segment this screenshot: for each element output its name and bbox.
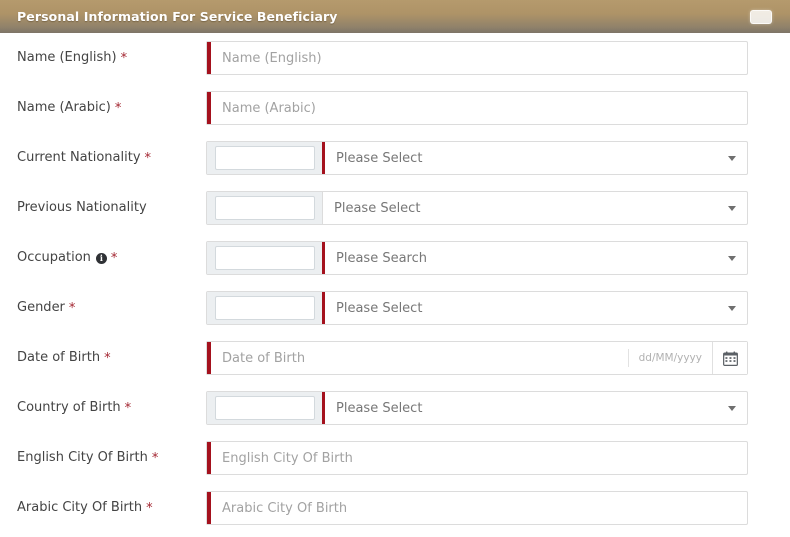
control-current-nationality[interactable]: Please Select [206,141,748,175]
required-asterisk: * [68,301,76,316]
form-body: Name (English)*Name (Arabic)*Current Nat… [0,33,790,533]
required-asterisk: * [120,51,128,66]
occupation-select[interactable]: Please Search [325,242,747,274]
current-nationality-code-input[interactable] [214,146,315,170]
control-date-of-birth[interactable]: dd/MM/yyyy [206,341,748,375]
label-text: Name (English) [17,50,117,65]
required-asterisk: * [146,501,153,516]
name-arabic-input[interactable] [211,92,747,124]
previous-nationality-select-value: Please Select [334,200,421,216]
required-asterisk: * [124,401,132,416]
form-row-gender: Gender * Please Select [0,283,790,333]
label-text: Arabic City Of Birth [17,500,143,515]
occupation-code-wrap [207,242,322,274]
form-row-arabic-city-of-birth: Arabic City Of Birth * [0,483,790,533]
english-city-of-birth-input[interactable] [211,442,747,474]
required-asterisk: * [151,451,159,466]
label-occupation: Occupation i * [17,250,206,266]
control-arabic-city-of-birth[interactable] [206,491,748,525]
form-row-country-of-birth: Country of Birth * Please Select [0,383,790,433]
control-occupation[interactable]: Please Search [206,241,748,275]
label-current-nationality: Current Nationality * [17,150,206,166]
label-name-arabic: Name (Arabic) * [17,100,206,116]
chevron-down-icon[interactable] [728,205,736,211]
name-english-input[interactable] [211,42,747,74]
form-row-previous-nationality: Previous Nationality Please Select [0,183,790,233]
required-asterisk: * [144,151,152,166]
form-row-date-of-birth: Date of Birth* dd/MM/yyyy [0,333,790,383]
form-row-name-arabic: Name (Arabic) * [0,83,790,133]
label-text: Gender [17,300,65,315]
previous-nationality-select[interactable]: Please Select [323,192,747,224]
label-arabic-city-of-birth: Arabic City Of Birth * [17,500,206,516]
minimize-dash-icon[interactable] [750,9,772,24]
gender-code-wrap [207,292,322,324]
label-text: Name (Arabic) [17,100,111,115]
form-row-name-english: Name (English) * [0,33,790,83]
form-row-english-city-of-birth: English City Of Birth * [0,433,790,483]
label-text: Country of Birth [17,400,121,415]
previous-nationality-code-wrap [207,192,322,224]
gender-code-input[interactable] [214,296,315,320]
control-english-city-of-birth[interactable] [206,441,748,475]
country-of-birth-select-value: Please Select [336,400,423,416]
label-date-of-birth: Date of Birth * [17,350,206,366]
label-english-city-of-birth: English City Of Birth * [17,450,206,466]
gender-select[interactable]: Please Select [325,292,747,324]
current-nationality-code-wrap [207,142,322,174]
date-format-hint: dd/MM/yyyy [627,349,712,367]
gender-select-value: Please Select [336,300,423,316]
control-name-arabic[interactable] [206,91,748,125]
required-asterisk: * [114,101,122,116]
date-of-birth-input[interactable] [211,342,628,374]
chevron-down-icon[interactable] [728,305,736,311]
panel-title: Personal Information For Service Benefic… [17,9,338,24]
form-row-current-nationality: Current Nationality * Please Select [0,133,790,183]
control-gender[interactable]: Please Select [206,291,748,325]
current-nationality-select[interactable]: Please Select [325,142,747,174]
required-asterisk: * [110,251,118,266]
country-of-birth-code-wrap [207,392,322,424]
occupation-select-value: Please Search [336,250,427,266]
arabic-city-of-birth-input[interactable] [211,492,747,524]
label-text: Date of Birth [17,350,101,365]
label-text: Previous Nationality [17,200,147,215]
chevron-down-icon[interactable] [728,155,736,161]
label-text: Occupation [17,250,91,265]
control-name-english[interactable] [206,41,748,75]
label-text: Current Nationality [17,150,141,165]
previous-nationality-code-input[interactable] [214,196,315,220]
info-circle-icon[interactable]: i [95,252,107,264]
label-previous-nationality: Previous Nationality [17,200,206,216]
label-text: English City Of Birth [17,450,148,465]
form-row-occupation: Occupation i * Please Search [0,233,790,283]
current-nationality-select-value: Please Select [336,150,423,166]
chevron-down-icon[interactable] [728,405,736,411]
control-previous-nationality[interactable]: Please Select [206,191,748,225]
required-asterisk: * [104,351,111,366]
label-country-of-birth: Country of Birth * [17,400,206,416]
calendar-icon[interactable] [712,342,747,374]
personal-information-panel: Personal Information For Service Benefic… [0,0,790,537]
control-country-of-birth[interactable]: Please Select [206,391,748,425]
country-of-birth-code-input[interactable] [214,396,315,420]
country-of-birth-select[interactable]: Please Select [325,392,747,424]
label-name-english: Name (English) * [17,50,206,66]
panel-header: Personal Information For Service Benefic… [0,0,790,33]
label-gender: Gender * [17,300,206,316]
chevron-down-icon[interactable] [728,255,736,261]
occupation-code-input[interactable] [214,246,315,270]
